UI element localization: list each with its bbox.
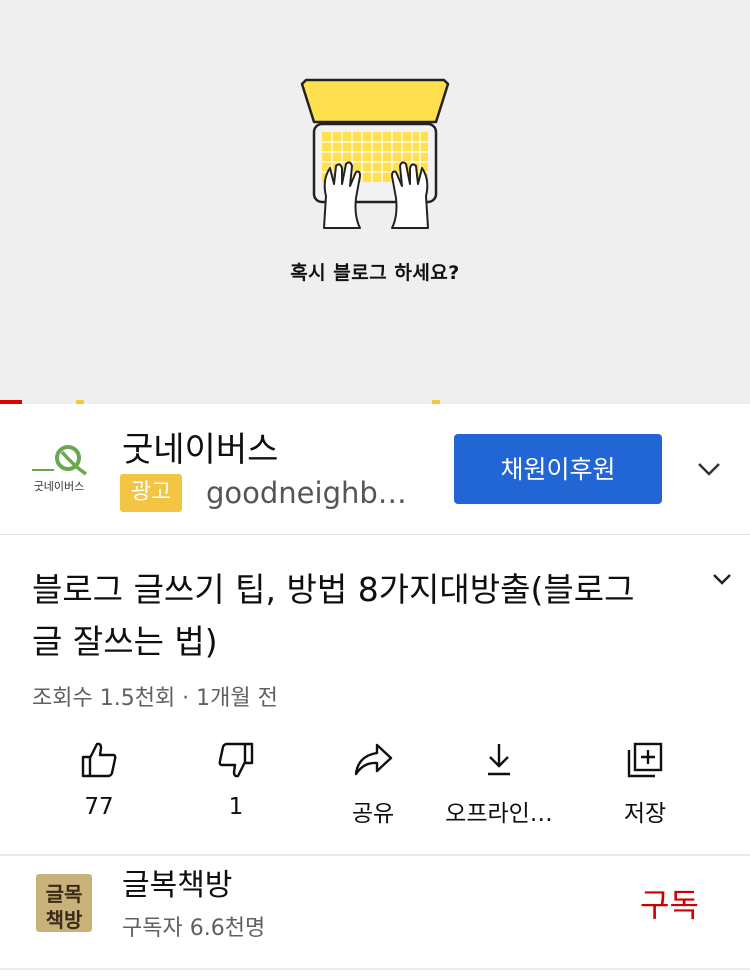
download-button[interactable]: 오프라인… <box>434 740 564 828</box>
dislike-count: 1 <box>228 794 244 820</box>
ad-title[interactable]: 굿네이버스 <box>122 422 278 471</box>
dislike-button[interactable]: 1 <box>171 740 301 820</box>
video-meta: 조회수 1.5천회 · 1개월 전 <box>32 686 278 711</box>
laptop-typing-illustration <box>300 78 450 229</box>
advertiser-logo-text: 굿네이버스 <box>33 480 85 493</box>
ad-url[interactable]: goodneighb… <box>206 476 407 510</box>
thumbs-up-icon <box>81 742 117 778</box>
ad-cta-button[interactable]: 채원이후원 <box>454 434 662 504</box>
ad-badge: 광고 <box>120 474 182 512</box>
share-button[interactable]: 공유 <box>308 740 438 828</box>
channel-avatar-text: 글목 <box>45 882 83 906</box>
subscriber-count: 구독자 6.6천명 <box>122 916 266 941</box>
subscribe-button[interactable]: 구독 <box>640 880 699 926</box>
video-title[interactable]: 블로그 글쓰기 팁, 방법 8가지대방출(블로그 글 잘쓰는 법) <box>32 564 672 668</box>
video-caption: 혹시 블로그 하세요? <box>290 262 460 284</box>
share-icon <box>354 743 393 776</box>
download-label: 오프라인… <box>445 801 553 827</box>
download-icon <box>488 744 510 776</box>
save-button[interactable]: 저장 <box>580 740 710 828</box>
divider <box>0 854 750 856</box>
share-label: 공유 <box>351 801 395 827</box>
channel-avatar[interactable]: 글목 책방 <box>36 874 92 932</box>
chevron-down-icon[interactable] <box>694 454 724 484</box>
channel-name[interactable]: 글복책방 <box>122 860 232 904</box>
like-button[interactable]: 77 <box>34 740 164 820</box>
like-count: 77 <box>84 794 114 820</box>
chevron-down-icon[interactable] <box>708 566 736 594</box>
thumbs-down-icon <box>218 742 254 778</box>
video-player[interactable]: 혹시 블로그 하세요? <box>0 0 750 404</box>
ad-card[interactable]: 굿네이버스 굿네이버스 광고 goodneighb… 채원이후원 <box>0 404 750 535</box>
advertiser-logo: 굿네이버스 <box>28 444 90 500</box>
divider <box>0 968 750 970</box>
channel-avatar-text: 책방 <box>45 908 83 932</box>
save-label: 저장 <box>623 801 667 827</box>
save-playlist-icon <box>627 742 663 778</box>
